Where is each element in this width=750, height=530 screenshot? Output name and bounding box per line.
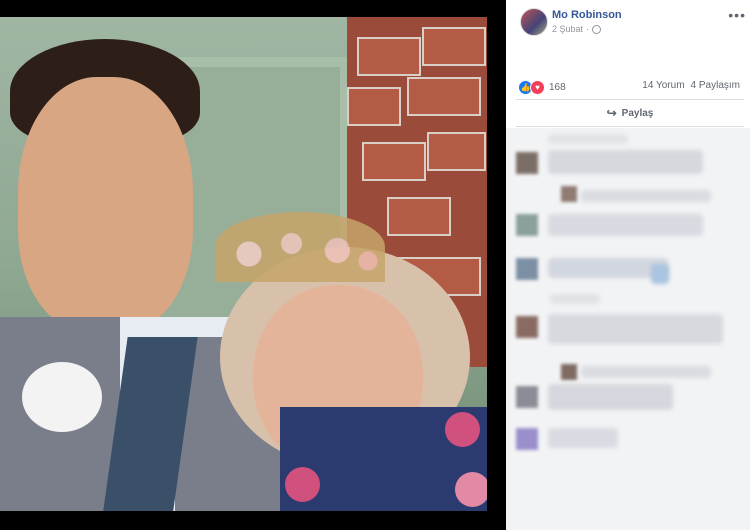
comment-avatar[interactable] [516,258,538,280]
comment-count[interactable]: 14 Yorum [642,80,684,91]
comment-avatar[interactable] [516,152,538,174]
comment-item [550,294,600,304]
reaction-count[interactable]: 168 [549,82,566,93]
author-name[interactable]: Mo Robinson [552,9,622,21]
comment-avatar[interactable] [516,386,538,408]
share-label: Paylaş [621,107,654,119]
comments-section [506,128,750,530]
comment-item[interactable] [581,190,711,202]
man-face [18,77,193,332]
post-meta: 2 Şubat · [552,24,602,34]
share-count[interactable]: 4 Paylaşım [691,80,740,91]
more-icon[interactable]: ••• [728,8,746,22]
comment-item[interactable] [548,314,723,344]
comment-item[interactable] [548,384,673,410]
post-header: Mo Robinson 2 Şubat · ••• [516,6,746,38]
comment-avatar[interactable] [516,428,538,450]
reactions-summary[interactable]: 👍 ♥ 168 [518,78,566,96]
love-icon: ♥ [530,79,545,95]
comment-item[interactable] [548,428,618,448]
comment-avatar[interactable] [516,316,538,338]
comment-avatar[interactable] [561,364,577,380]
post-details-panel: Mo Robinson 2 Şubat · ••• 👍 ♥ 168 14 Yor… [506,0,750,530]
comment-item[interactable] [581,366,711,378]
post-date[interactable]: 2 Şubat [552,24,583,34]
comment-avatar[interactable] [561,186,577,202]
globe-icon [592,24,602,34]
post-photo[interactable] [0,17,487,511]
post-stats: 14 Yorum 4 Paylaşım [642,80,740,91]
comment-item[interactable] [548,150,703,174]
comment-avatar[interactable] [516,214,538,236]
comment-item [548,134,628,144]
comment-item[interactable] [548,214,703,236]
divider [516,99,744,100]
comment-item [651,264,669,284]
share-icon: ↪ [606,106,617,120]
photo-viewer [0,0,506,530]
divider [516,126,744,127]
comment-item[interactable] [548,258,668,278]
boutonniere [22,362,102,432]
woman-dress [280,407,487,511]
author-avatar[interactable] [520,8,548,36]
flower-crown [215,212,385,282]
share-button[interactable]: ↪ Paylaş [516,101,744,125]
